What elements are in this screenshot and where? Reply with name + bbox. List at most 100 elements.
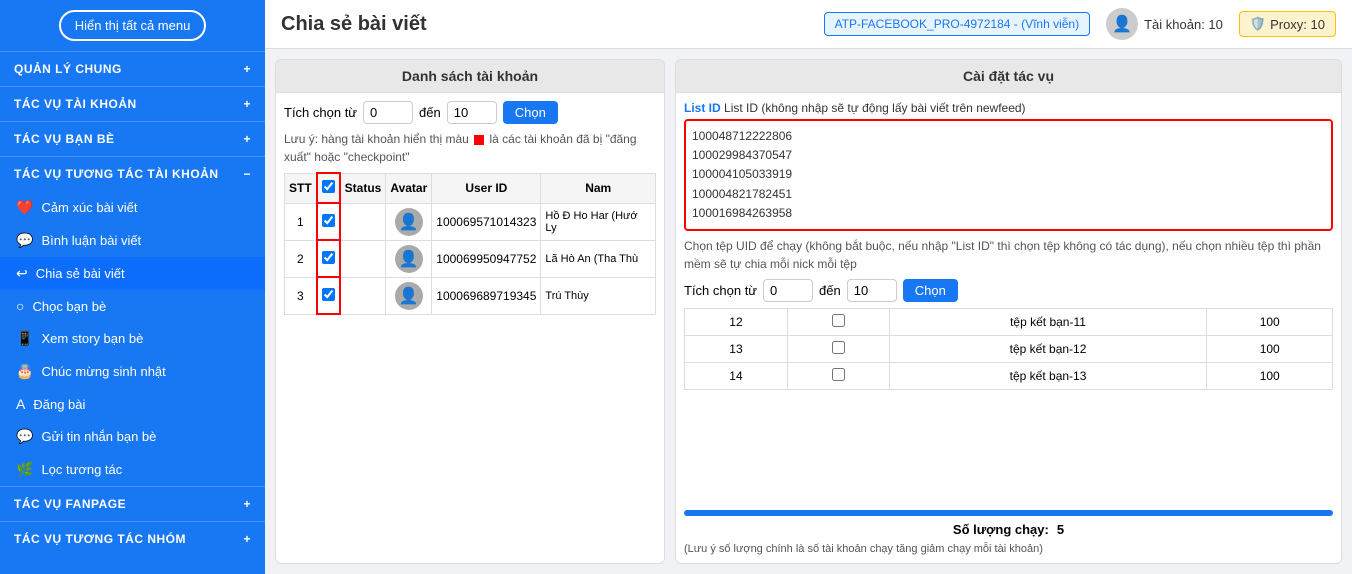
cell-avatar: 👤 [386,277,432,314]
select-to-input[interactable] [447,101,497,124]
left-panel: Danh sách tài khoản Tích chọn từ đến Chọ… [275,59,665,564]
cell-status [340,240,386,277]
col-status: Status [340,173,386,203]
poke-icon: ○ [16,298,24,314]
cell-userid: 100069689719345 [432,277,541,314]
uid-cell-count: 100 [1207,335,1333,362]
accounts-table: STT Status Avatar User ID Nam [284,172,656,315]
col-name: Nam [541,173,656,203]
cell-status [340,277,386,314]
uid-cell-check[interactable] [787,308,889,335]
right-panel: Cài đặt tác vụ List ID List ID (không nh… [675,59,1342,564]
sidebar-item-chia-se-bai-viet[interactable]: ↩ Chia sẻ bài viết [0,257,265,290]
warning-text: Lưu ý: hàng tài khoản hiển thị màu là cá… [284,130,656,166]
table-row: 3 👤 100069689719345 Trú Thùy [285,277,656,314]
uid-checkbox-14[interactable] [832,368,845,381]
row-checkbox-2[interactable] [322,251,335,264]
col-stt: STT [285,173,317,203]
uid-table-row: 13 tệp kết bạn-12 100 [685,335,1333,362]
cell-stt: 2 [285,240,317,277]
sidebar-item-chuc-mung-sinh-nhat[interactable]: 🎂 Chúc mừng sinh nhật [0,355,265,388]
chon-button-right[interactable]: Chọn [903,279,958,302]
cell-stt: 1 [285,203,317,240]
left-panel-header: Danh sách tài khoản [276,60,664,93]
sidebar-header-quan-ly-chung[interactable]: QUẢN LÝ CHUNG + [0,52,265,86]
list-id-content: 100048712222806 100029984370547 10000410… [692,127,1325,223]
heart-icon: ❤️ [16,199,33,216]
story-icon: 📱 [16,330,33,347]
filter-icon: 🌿 [16,461,33,478]
account-count: Tài khoản: 10 [1144,17,1223,32]
red-square-icon [474,135,484,145]
select-from-input[interactable] [363,101,413,124]
sidebar-item-binh-luan-bai-viet[interactable]: 💬 Bình luận bài viết [0,224,265,257]
header: Chia sẻ bài viết ATP-FACEBOOK_PRO-497218… [265,0,1352,49]
table-row: 1 👤 100069571014323 Hồ Đ Ho Har (Hướ Ly [285,203,656,240]
cell-avatar: 👤 [386,203,432,240]
uid-cell-name: tệp kết bạn-11 [889,308,1207,335]
sidebar-item-choc-ban-be[interactable]: ○ Chọc bạn bè [0,290,265,322]
cell-check[interactable] [317,277,340,314]
sidebar-item-loc-tuong-tac[interactable]: 🌿 Lọc tương tác [0,453,265,486]
cell-check[interactable] [317,240,340,277]
cell-userid: 100069950947752 [432,240,541,277]
right-panel-body: List ID List ID (không nhập sẽ tự động l… [676,93,1341,563]
sidebar-header-tac-vu-fanpage[interactable]: TÁC VỤ FANPAGE + [0,487,265,521]
uid-checkbox-12[interactable] [832,314,845,327]
sidebar-item-gui-tin-nhan-ban-be[interactable]: 💬 Gửi tin nhắn bạn bè [0,420,265,453]
select-all-checkbox[interactable] [322,180,335,193]
row-checkbox-1[interactable] [322,214,335,227]
sidebar-header-tac-vu-tuong-tac-nhom[interactable]: TÁC VỤ TƯƠNG TÁC NHÓM + [0,522,265,556]
uid-cell-name: tệp kết bạn-12 [889,335,1207,362]
so-luong-value: 5 [1057,522,1064,537]
list-id-box[interactable]: 100048712222806 100029984370547 10000410… [684,119,1333,231]
cell-status [340,203,386,240]
sidebar-item-dang-bai[interactable]: A Đăng bài [0,388,265,420]
toggle-menu-button[interactable]: Hiển thị tất cả menu [59,10,207,41]
avatar-img: 👤 [395,245,423,273]
avatar-img: 👤 [395,282,423,310]
uid-table-row: 14 tệp kết bạn-13 100 [685,362,1333,389]
chon-button-left[interactable]: Chọn [503,101,558,124]
left-panel-body: Tích chọn từ đến Chọn Lưu ý: hàng tài kh… [276,93,664,563]
sidebar-header-tac-vu-ban-be[interactable]: TÁC VỤ BẠN BÈ + [0,122,265,156]
uid-cell-num: 12 [685,308,788,335]
comment-icon: 💬 [16,232,33,249]
sidebar-header-tac-vu-tuong-tac[interactable]: TÁC VỤ TƯƠNG TÁC TÀI KHOẢN − [0,157,265,191]
select-from-input-right[interactable] [763,279,813,302]
avatar: 👤 [1106,8,1138,40]
sidebar-section-tac-vu-tuong-tac: TÁC VỤ TƯƠNG TÁC TÀI KHOẢN − ❤️ Cảm xúc … [0,156,265,486]
account-info: 👤 Tài khoản: 10 [1106,8,1223,40]
uid-cell-name: tệp kết bạn-13 [889,362,1207,389]
sidebar-section-tac-vu-ban-be: TÁC VỤ BẠN BÈ + [0,121,265,156]
uid-checkbox-13[interactable] [832,341,845,354]
row-checkbox-3[interactable] [322,288,335,301]
uid-section-desc: Chọn tệp UID để chạy (không bắt buộc, nế… [684,237,1333,273]
page-title: Chia sẻ bài viết [281,13,808,36]
select-to-input-right[interactable] [847,279,897,302]
shield-icon: 🛡️ [1250,16,1266,32]
sidebar-section-tac-vu-tuong-tac-nhom: TÁC VỤ TƯƠNG TÁC NHÓM + [0,521,265,556]
uid-cell-count: 100 [1207,362,1333,389]
uid-cell-check[interactable] [787,335,889,362]
list-id-section: List ID List ID (không nhập sẽ tự động l… [684,101,1333,231]
sidebar-header-tac-vu-tai-khoan[interactable]: TÁC VỤ TÀI KHOẢN + [0,87,265,121]
cell-name: Trú Thùy [541,277,656,314]
col-userid: User ID [432,173,541,203]
cell-check[interactable] [317,203,340,240]
account-badge: ATP-FACEBOOK_PRO-4972184 - (Vĩnh viễn) [824,12,1091,36]
sidebar-item-xem-story-ban-be[interactable]: 📱 Xem story bạn bè [0,322,265,355]
uid-cell-check[interactable] [787,362,889,389]
select-from-label: Tích chọn từ [284,105,357,120]
uid-cell-count: 100 [1207,308,1333,335]
so-luong-row: Số lượng chạy: 5 [684,522,1333,537]
sidebar-item-cam-xuc-bai-viet[interactable]: ❤️ Cảm xúc bài viết [0,191,265,224]
sidebar: Hiển thị tất cả menu QUẢN LÝ CHUNG + TÁC… [0,0,265,574]
select-row-left: Tích chọn từ đến Chọn [284,101,656,124]
avatar-img: 👤 [395,208,423,236]
select-to-label: đến [419,105,441,120]
table-row: 2 👤 100069950947752 Lã Hò An (Tha Thù [285,240,656,277]
birthday-icon: 🎂 [16,363,33,380]
main-content: Chia sẻ bài viết ATP-FACEBOOK_PRO-497218… [265,0,1352,574]
col-check [317,173,340,203]
